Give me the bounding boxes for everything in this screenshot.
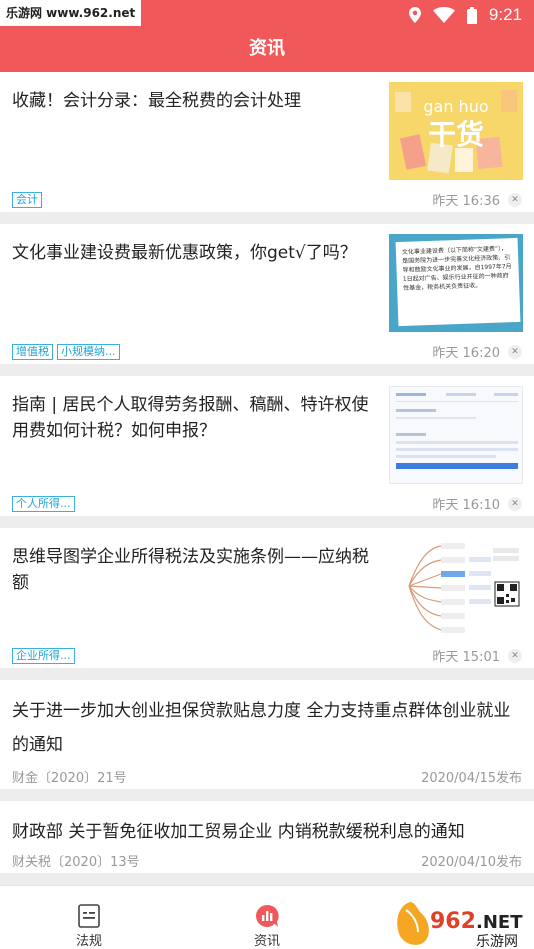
watermark-text: 乐游网 www.962.net <box>0 0 142 26</box>
article-card[interactable]: 指南 | 居民个人取得劳务报酬、稿酬、特许权使用费如何计税？如何申报？ 个人所得… <box>0 376 534 516</box>
notice-source: 财关税〔2020〕13号 <box>12 855 140 870</box>
article-tags: 个人所得... <box>12 496 75 512</box>
article-title: 思维导图学企业所得税法及实施条例——应纳税额 <box>12 547 369 593</box>
clock-time: 9:21 <box>488 5 522 24</box>
article-tags: 增值税 小规模纳... <box>12 344 120 360</box>
news-chart-icon <box>256 904 279 927</box>
logo-cn-text: 乐游网 <box>476 934 518 949</box>
article-title: 指南 | 居民个人取得劳务报酬、稿酬、特许权使用费如何计税？如何申报？ <box>12 395 369 441</box>
ganhuo-thumb-art: gan huo 干货 <box>389 82 523 180</box>
article-time: 昨天 16:20 <box>432 346 500 361</box>
article-title: 收藏！会计分录：最全税费的会计处理 <box>12 91 301 111</box>
tag-label[interactable]: 会计 <box>12 192 42 208</box>
news-feed[interactable]: 收藏！会计分录：最全税费的会计处理 gan huo 干货 会计 昨天 16:36… <box>0 72 534 885</box>
notice-card[interactable]: 关于进一步加大创业担保贷款贴息力度 全力支持重点群体创业就业的通知 财金〔202… <box>0 680 534 789</box>
article-thumbnail: 文化事业建设费（以下简称“文建费”），是国务院为进一步完善文化经济政策、引导和鼓… <box>389 234 523 332</box>
article-title: 文化事业建设费最新优惠政策，你get√了吗？ <box>12 243 357 263</box>
notice-source: 财金〔2020〕21号 <box>12 771 127 786</box>
close-icon[interactable]: ✕ <box>508 192 522 207</box>
article-meta: 昨天 16:20 ✕ <box>432 342 522 361</box>
notice-date: 2020/04/10发布 <box>421 855 522 870</box>
status-icons: 9:21 <box>408 4 522 26</box>
article-meta: 昨天 16:36 ✕ <box>432 190 522 209</box>
logo-tld-text: .NET <box>476 912 523 933</box>
location-icon <box>408 7 421 23</box>
tag-label[interactable]: 企业所得... <box>12 648 75 664</box>
article-time: 昨天 16:36 <box>432 194 500 209</box>
notice-title: 关于进一步加大创业担保贷款贴息力度 全力支持重点群体创业就业的通知 <box>12 701 511 755</box>
document-list-icon <box>78 904 100 928</box>
article-meta: 昨天 16:10 ✕ <box>432 494 522 513</box>
mindmap-art <box>389 538 523 636</box>
notice-date: 2020/04/15发布 <box>421 771 522 786</box>
close-icon[interactable]: ✕ <box>508 648 522 663</box>
tag-label[interactable]: 小规模纳... <box>57 344 120 360</box>
wifi-icon <box>432 7 455 23</box>
thumb-text-top: gan huo <box>423 97 488 116</box>
962-logo-icon: 962 .NET 乐游网 <box>392 896 534 949</box>
tag-label[interactable]: 增值税 <box>12 344 53 360</box>
notice-title: 财政部 关于暂免征收加工贸易企业 内销税款缓税利息的通知 <box>12 822 465 842</box>
tab-label: 资讯 <box>253 934 280 949</box>
site-logo-watermark: 962 .NET 乐游网 <box>392 896 534 949</box>
article-card[interactable]: 收藏！会计分录：最全税费的会计处理 gan huo 干货 会计 昨天 16:36… <box>0 72 534 212</box>
tab-regulations[interactable]: 法规 <box>49 886 129 949</box>
article-meta: 昨天 15:01 ✕ <box>432 646 522 665</box>
article-time: 昨天 16:10 <box>432 498 500 513</box>
page-header: 资讯 <box>0 30 534 72</box>
page-title: 资讯 <box>249 38 285 59</box>
article-thumbnail <box>389 386 523 484</box>
tag-label[interactable]: 个人所得... <box>12 496 75 512</box>
article-card[interactable]: 思维导图学企业所得税法及实施条例——应纳税额 企业所得... 昨天 15:01 … <box>0 528 534 668</box>
form-screenshot-art <box>390 387 522 483</box>
close-icon[interactable]: ✕ <box>508 496 522 511</box>
article-card[interactable]: 文化事业建设费最新优惠政策，你get√了吗？ 文化事业建设费（以下简称“文建费”… <box>0 224 534 364</box>
article-tags: 企业所得... <box>12 648 75 664</box>
logo-brand-text: 962 <box>430 909 476 934</box>
status-bar: 乐游网 www.962.net 9:21 <box>0 0 534 30</box>
article-thumbnail: gan huo 干货 <box>389 82 523 180</box>
article-time: 昨天 15:01 <box>432 650 500 665</box>
thumb-note-text: 文化事业建设费（以下简称“文建费”），是国务院为进一步完善文化经济政策、引导和鼓… <box>401 245 512 292</box>
thumb-note-paper: 文化事业建设费（以下简称“文建费”），是国务院为进一步完善文化经济政策、引导和鼓… <box>395 237 521 327</box>
battery-icon <box>466 6 477 24</box>
notice-card[interactable]: 财政部 关于暂免征收加工贸易企业 内销税款缓税利息的通知 财关税〔2020〕13… <box>0 801 534 873</box>
article-tags: 会计 <box>12 192 42 208</box>
thumb-text-main: 干货 <box>428 118 484 151</box>
article-thumbnail <box>389 538 523 636</box>
tab-label: 法规 <box>75 934 102 949</box>
close-icon[interactable]: ✕ <box>508 344 522 359</box>
tab-news[interactable]: 资讯 <box>227 886 307 949</box>
